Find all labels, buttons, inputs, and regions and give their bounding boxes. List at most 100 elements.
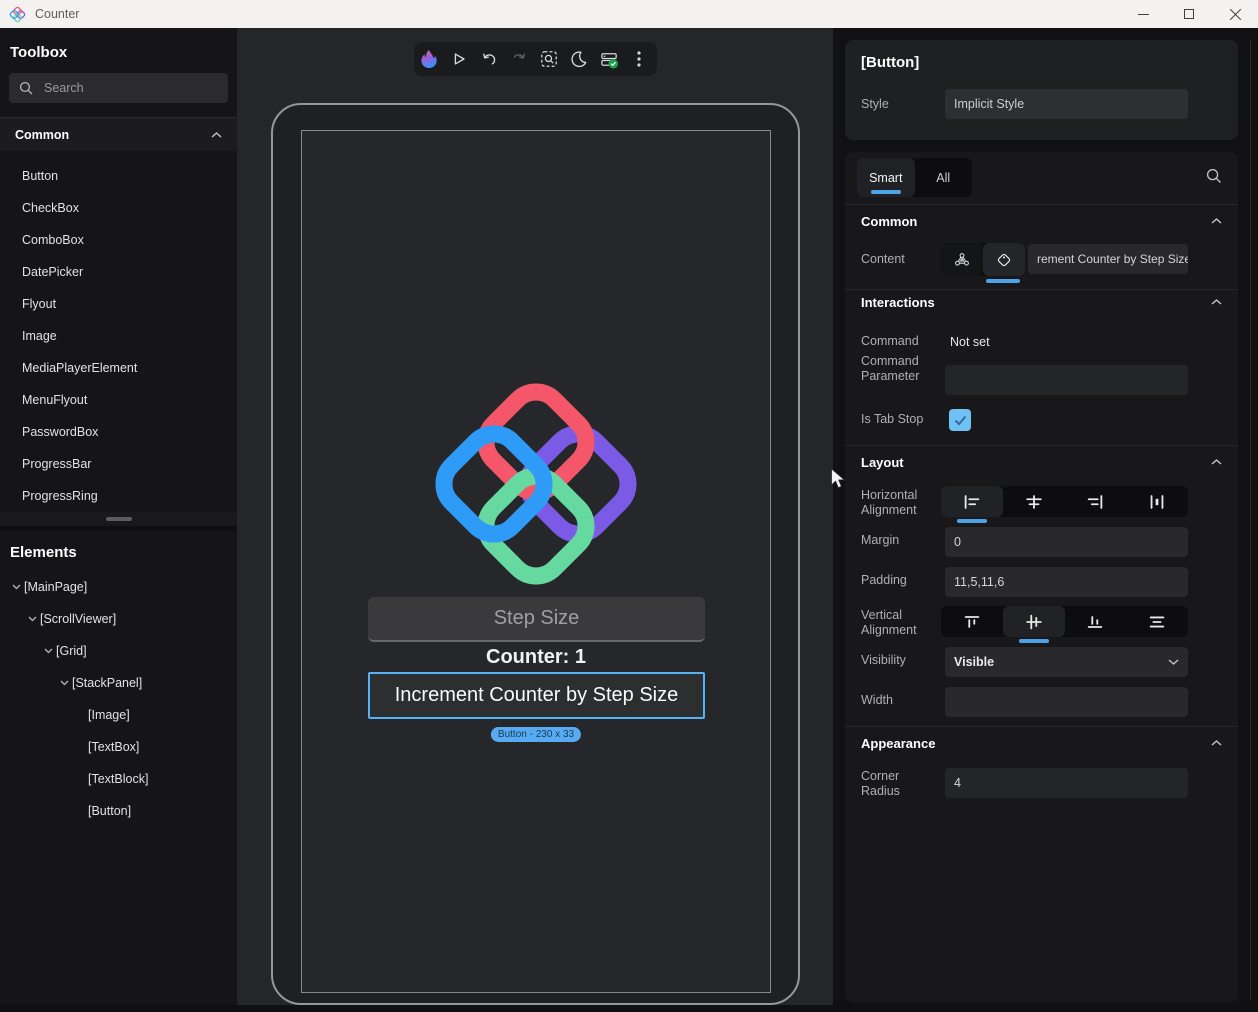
style-input[interactable]: Implicit Style [945,89,1188,119]
close-button[interactable] [1212,0,1258,28]
toolbox-item-image[interactable]: Image [0,320,237,352]
tree-item-label: [TextBox] [88,740,140,754]
section-appearance[interactable]: Appearance [861,734,1222,752]
minimize-button[interactable] [1120,0,1166,28]
bottom-edge [0,1005,1258,1012]
chevron-up-icon [1211,299,1222,305]
chevron-down-icon[interactable] [56,680,72,686]
tree-item-image[interactable]: [Image] [0,699,237,731]
undo-icon[interactable] [474,42,504,76]
toolbox-item-datepicker[interactable]: DatePicker [0,256,237,288]
toolbox-item-button[interactable]: Button [0,160,237,192]
tree-item-mainpage[interactable]: [MainPage] [0,571,237,603]
redo-icon[interactable] [504,42,534,76]
align-top-icon[interactable] [941,606,1003,637]
app-logo-image[interactable] [426,374,646,594]
active-tab-indicator [870,190,901,194]
maximize-button[interactable] [1166,0,1212,28]
toolbox-item-combobox[interactable]: ComboBox [0,224,237,256]
section-layout[interactable]: Layout [861,453,1222,471]
selected-element-title: [Button] [861,54,920,71]
chevron-up-icon [1211,459,1222,465]
selection-size-badge: Button - 230 x 33 [490,727,582,742]
tab-smart[interactable]: Smart [857,158,915,197]
vertical-alignment-label: Vertical Alignment [861,608,917,637]
property-search-icon[interactable] [1206,168,1222,184]
toolbox-section-common[interactable]: Common [0,118,237,151]
command-parameter-input[interactable] [945,365,1188,395]
tree-item-label: [ScrollViewer] [40,612,117,626]
tree-item-label: [Button] [88,804,132,818]
property-tabs: Smart All [857,158,972,197]
step-size-textbox[interactable]: Step Size [368,597,705,642]
is-tab-stop-checkbox[interactable] [949,409,971,431]
corner-radius-input[interactable]: 4 [945,768,1188,798]
section-common[interactable]: Common [861,212,1222,230]
mouse-cursor [830,468,848,490]
design-canvas: Step Size Counter: 1 Increment Counter b… [237,28,833,1012]
toolbox-item-list: Button CheckBox ComboBox DatePicker Flyo… [0,151,237,512]
vertical-alignment-group [941,606,1188,637]
tree-item-textblock[interactable]: [TextBlock] [0,763,237,795]
align-center-vertical-icon[interactable] [1002,606,1065,637]
toolbox-item-progressbar[interactable]: ProgressBar [0,448,237,480]
section-label: Common [15,127,70,142]
counter-textblock[interactable]: Counter: 1 [302,646,770,669]
align-center-horizontal-icon[interactable] [1003,486,1065,517]
toolbox-item-progressring[interactable]: ProgressRing [0,480,237,512]
tree-item-grid[interactable]: [Grid] [0,635,237,667]
chevron-down-icon[interactable] [24,616,40,622]
chevron-down-icon[interactable] [8,584,24,590]
more-options-icon[interactable] [624,42,654,76]
command-label: Command [861,334,919,348]
align-stretch-vertical-icon[interactable] [1126,606,1188,637]
margin-input[interactable]: 0 [945,527,1188,557]
literal-tag-icon[interactable] [983,243,1025,276]
toolbox-item-menuflyout[interactable]: MenuFlyout [0,384,237,416]
toolbox-panel: Toolbox Common Button CheckBox ComboBox … [0,28,237,1012]
align-bottom-icon[interactable] [1065,606,1127,637]
scrollbar[interactable] [1250,40,1251,1000]
tree-item-scrollviewer[interactable]: [ScrollViewer] [0,603,237,635]
horizontal-alignment-label: Horizontal Alignment [861,488,918,517]
panel-resize-handle[interactable] [0,512,237,526]
chevron-down-icon[interactable] [40,648,56,654]
connection-status-ok-icon[interactable] [594,42,624,76]
chevron-down-icon [1168,659,1179,665]
inspect-element-icon[interactable] [534,42,564,76]
app-logo-icon [9,5,26,23]
tree-item-stackpanel[interactable]: [StackPanel] [0,667,237,699]
dark-mode-moon-icon[interactable] [564,42,594,76]
command-value[interactable]: Not set [950,335,990,350]
section-interactions[interactable]: Interactions [861,293,1222,311]
width-label: Width [861,693,893,707]
tree-item-label: [MainPage] [24,580,88,594]
play-icon[interactable] [444,42,474,76]
visibility-value: Visible [954,655,995,669]
visibility-dropdown[interactable]: Visible [945,647,1188,677]
toolbox-item-flyout[interactable]: Flyout [0,288,237,320]
align-left-icon[interactable] [941,486,1003,517]
align-right-icon[interactable] [1065,486,1127,517]
toolbox-search[interactable] [9,73,228,103]
divider [845,204,1238,205]
tree-item-textbox[interactable]: [TextBox] [0,731,237,763]
is-tab-stop-label: Is Tab Stop [861,412,924,426]
padding-input[interactable]: 11,5,11,6 [945,567,1188,597]
toolbox-item-checkbox[interactable]: CheckBox [0,192,237,224]
horizontal-alignment-group [941,486,1188,517]
content-input[interactable]: rement Counter by Step Size [1028,244,1188,274]
toolbox-item-mediaplayerelement[interactable]: MediaPlayerElement [0,352,237,384]
tab-all[interactable]: All [915,158,973,197]
binding-icon[interactable] [941,243,983,276]
device-frame: Step Size Counter: 1 Increment Counter b… [271,103,800,1005]
toolbox-item-passwordbox[interactable]: PasswordBox [0,416,237,448]
hot-reload-flame-icon[interactable] [414,42,444,76]
search-input[interactable] [42,80,218,96]
tree-item-button[interactable]: [Button] [0,795,237,827]
divider [845,726,1238,727]
width-input[interactable] [945,687,1188,717]
increment-counter-button[interactable]: Increment Counter by Step Size [368,672,705,719]
align-stretch-horizontal-icon[interactable] [1126,486,1188,517]
section-layout-title: Layout [861,454,904,470]
